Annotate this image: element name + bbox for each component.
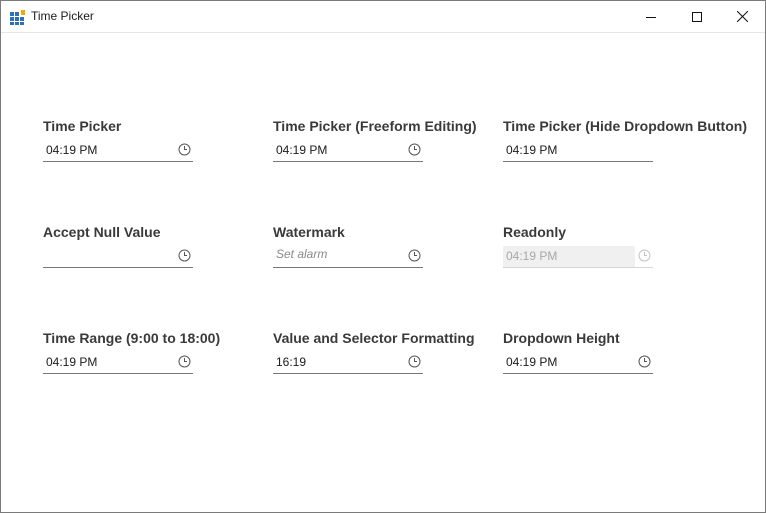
time-picker-input[interactable]: 04:19 PM	[503, 352, 653, 374]
field-label: Dropdown Height	[503, 330, 620, 346]
clock-icon[interactable]	[178, 355, 191, 368]
watermark-text[interactable]: Set alarm	[276, 247, 327, 261]
maximize-button[interactable]	[674, 1, 720, 32]
clock-icon	[638, 249, 651, 262]
clock-icon[interactable]	[408, 249, 421, 262]
clock-icon[interactable]	[638, 355, 651, 368]
clock-icon[interactable]	[178, 143, 191, 156]
time-value[interactable]: 04:19 PM	[506, 355, 557, 369]
time-picker-input[interactable]: 04:19 PM	[273, 140, 423, 162]
close-icon	[736, 11, 748, 22]
time-value[interactable]: 04:19 PM	[46, 355, 97, 369]
field-label: Value and Selector Formatting	[273, 330, 475, 346]
time-picker-input-readonly: 04:19 PM	[503, 246, 653, 268]
clock-icon[interactable]	[408, 143, 421, 156]
app-window: Time Picker Time Picker 04:19 PM Time Pi…	[0, 0, 766, 513]
field-label: Time Range (9:00 to 18:00)	[43, 330, 221, 346]
clock-icon[interactable]	[408, 355, 421, 368]
minimize-button[interactable]	[628, 1, 674, 32]
time-value: 04:19 PM	[506, 249, 558, 263]
field-label: Readonly	[503, 224, 567, 240]
app-grid-icon	[10, 10, 25, 25]
time-picker-input[interactable]: 04:19 PM	[43, 140, 193, 162]
time-picker-input[interactable]: 04:19 PM	[503, 140, 653, 162]
field-label: Time Picker (Freeform Editing)	[273, 118, 477, 134]
time-picker-input[interactable]	[43, 246, 193, 268]
time-value[interactable]: 04:19 PM	[46, 143, 97, 157]
time-picker-input[interactable]: 16:19	[273, 352, 423, 374]
time-picker-input[interactable]: 04:19 PM	[43, 352, 193, 374]
field-label: Watermark	[273, 224, 345, 240]
title-bar[interactable]: Time Picker	[1, 1, 765, 33]
clock-icon[interactable]	[178, 249, 191, 262]
time-value[interactable]: 04:19 PM	[506, 143, 557, 157]
time-value[interactable]: 16:19	[276, 355, 306, 369]
close-button[interactable]	[719, 1, 765, 32]
field-label: Accept Null Value	[43, 224, 161, 240]
time-value[interactable]: 04:19 PM	[276, 143, 327, 157]
window-title: Time Picker	[31, 9, 94, 23]
maximize-icon	[692, 11, 702, 22]
field-label: Time Picker	[43, 118, 122, 134]
time-picker-input[interactable]: Set alarm	[273, 246, 423, 268]
minimize-icon	[646, 16, 656, 18]
field-label: Time Picker (Hide Dropdown Button)	[503, 118, 747, 134]
